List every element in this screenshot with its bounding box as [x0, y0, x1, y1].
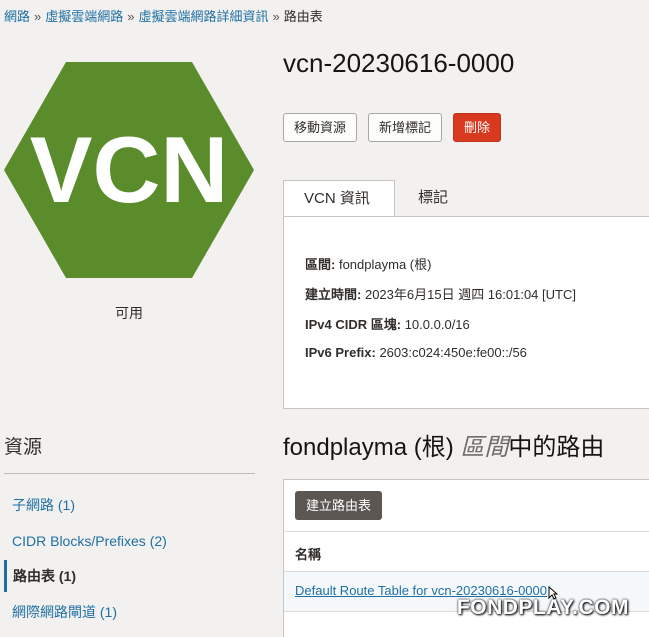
ipv4-value: 10.0.0.0/16 [404, 317, 470, 332]
resource-item-route-tables[interactable]: 路由表 (1) [4, 560, 255, 592]
resource-item-subnets[interactable]: 子網路 (1) [4, 489, 255, 521]
created-label: 建立時間: [305, 287, 362, 302]
delete-button[interactable]: 刪除 [453, 113, 502, 142]
compartment-label: 區間: [305, 257, 336, 272]
section-title-prefix: fondplayma (根) [283, 434, 461, 461]
create-route-table-button[interactable]: 建立路由表 [295, 491, 383, 520]
resources-title: 資源 [4, 437, 43, 458]
info-compartment: 區間: fondplayma (根) [305, 254, 431, 273]
table-divider [284, 531, 649, 532]
vcn-info-panel: 區間: fondplayma (根) 建立時間: 2023年6月15日 週四 1… [283, 216, 649, 409]
page-title: vcn-20230616-0000 [283, 48, 515, 78]
created-value: 2023年6月15日 週四 16:01:04 [UTC] [364, 287, 576, 302]
info-ipv6-prefix: IPv6 Prefix: 2603:c024:450e:fe00::/56 [305, 345, 527, 360]
move-resource-button[interactable]: 移動資源 [283, 113, 358, 142]
vcn-icon-text: VCN [30, 117, 228, 222]
section-title-suffix: 中的路由 [508, 434, 605, 461]
tab-tags[interactable]: 標記 [398, 180, 468, 217]
tab-vcn-information[interactable]: VCN 資訊 [283, 180, 395, 217]
ipv6-label: IPv6 Prefix: [305, 345, 376, 360]
vcn-hexagon-icon: VCN [4, 62, 254, 278]
breadcrumb-separator: » [127, 9, 135, 24]
breadcrumb-separator: » [272, 9, 280, 24]
watermark: FONDPLAY.COM [456, 596, 629, 619]
breadcrumb-vcn-details[interactable]: 虛擬雲端網路詳細資訊 [139, 9, 269, 24]
ipv6-value: 2603:c024:450e:fe00::/56 [379, 345, 527, 360]
resource-item-internet-gateways[interactable]: 網際網路閘道 (1) [4, 596, 255, 628]
info-created: 建立時間: 2023年6月15日 週四 16:01:04 [UTC] [305, 284, 576, 303]
breadcrumb-networking[interactable]: 網路 [4, 9, 30, 24]
breadcrumb-current: 路由表 [283, 9, 323, 24]
breadcrumb-vcn-list[interactable]: 虛擬雲端網路 [45, 9, 123, 24]
breadcrumb: 網路» 虛擬雲端網路» 虛擬雲端網路詳細資訊» 路由表 [4, 6, 323, 25]
status-label: 可用 [115, 305, 143, 321]
ipv4-label: IPv4 CIDR 區塊: [305, 317, 402, 332]
info-ipv4-cidr: IPv4 CIDR 區塊: 10.0.0.0/16 [305, 314, 470, 333]
resources-divider [4, 473, 255, 474]
add-tags-button[interactable]: 新增標記 [368, 113, 443, 142]
route-tables-section-title: fondplayma (根) 區間中的路由 [283, 427, 604, 462]
compartment-link[interactable]: fondplayma (根) [339, 257, 431, 272]
resource-item-cidr-blocks[interactable]: CIDR Blocks/Prefixes (2) [4, 525, 255, 557]
column-header-name: 名稱 [295, 547, 322, 562]
section-title-compartment: 區間 [460, 434, 509, 461]
breadcrumb-separator: » [34, 9, 42, 24]
